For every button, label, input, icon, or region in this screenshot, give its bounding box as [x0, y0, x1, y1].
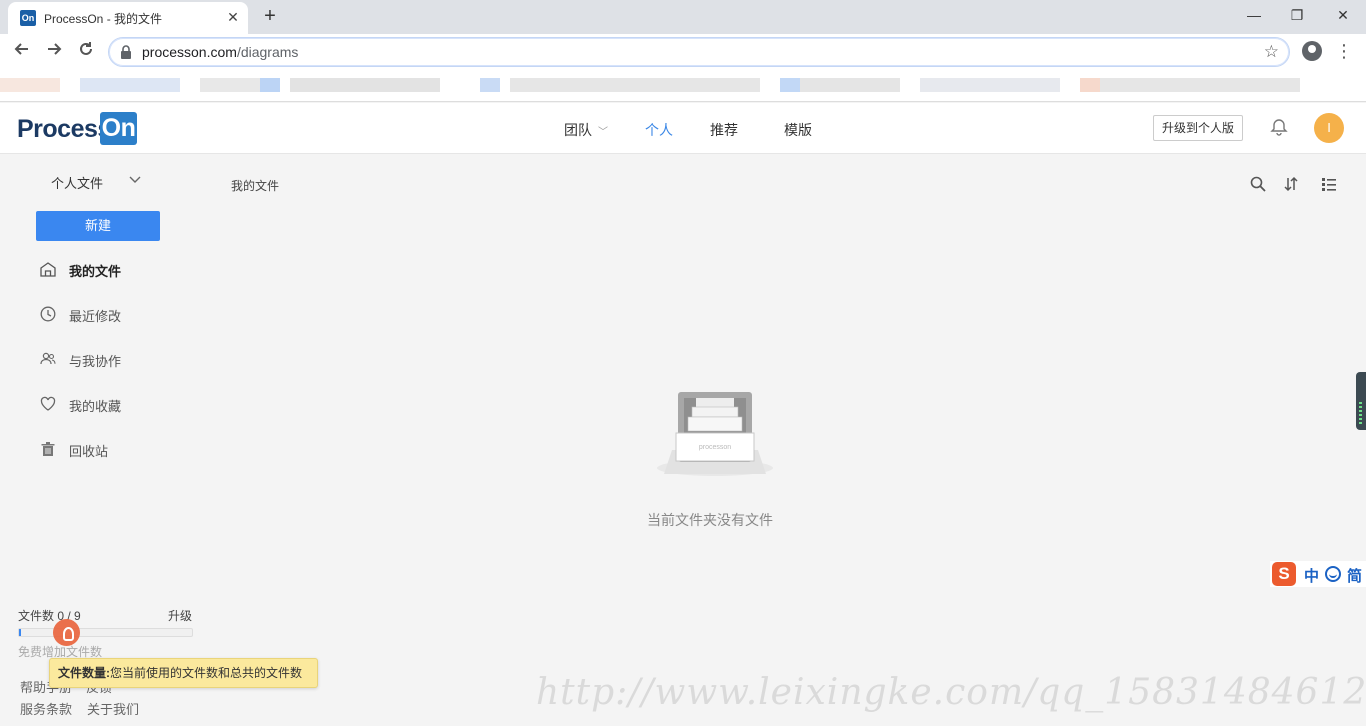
sidebar-item-label: 与我协作 [69, 354, 122, 369]
nav-team-label: 团队 [564, 122, 592, 138]
chevron-down-icon: ﹀ [598, 127, 608, 138]
bell-icon[interactable] [1270, 118, 1288, 136]
home-icon [40, 262, 56, 277]
chevron-down-icon[interactable] [128, 172, 142, 186]
sogou-logo-icon: S [1272, 562, 1296, 586]
back-icon[interactable] [10, 40, 34, 64]
ime-script[interactable]: 简 [1347, 565, 1362, 586]
list-view-icon[interactable] [1321, 176, 1337, 192]
blurred-bookmark [920, 78, 1060, 92]
avatar[interactable]: I [1314, 113, 1344, 143]
ime-mode[interactable]: 中 [1304, 565, 1319, 586]
tooltip-title: 文件数量: [58, 666, 110, 680]
file-quota-bar [18, 628, 193, 637]
clock-icon [40, 306, 56, 322]
blurred-bookmark [780, 78, 800, 92]
forward-icon[interactable] [42, 40, 66, 64]
nav-team[interactable]: 团队 ﹀ [564, 120, 608, 140]
close-tab-button[interactable]: ✕ [224, 8, 242, 26]
logo-box: On [100, 112, 137, 145]
sidebar-item-label: 最近修改 [69, 309, 122, 324]
address-bar[interactable]: processon.com/diagrams ☆ [108, 37, 1290, 67]
favicon-icon: On [20, 10, 36, 26]
sidebar-item-label: 我的文件 [69, 264, 122, 279]
mouse-cursor-highlight [53, 619, 80, 646]
nav-personal[interactable]: 个人 [645, 120, 673, 140]
empty-folder-illustration: processon [657, 392, 773, 476]
blurred-bookmark [800, 78, 900, 92]
breadcrumb: 我的文件 [231, 179, 280, 193]
url-text: processon.com/diagrams [142, 44, 299, 60]
bookmark-star-icon[interactable]: ☆ [1264, 42, 1279, 62]
new-file-button[interactable]: 新建 [36, 211, 160, 241]
about-link[interactable]: 关于我们 [87, 699, 139, 718]
minimize-button[interactable]: — [1242, 3, 1266, 27]
blurred-bookmark [200, 78, 260, 92]
blurred-bookmark [290, 78, 440, 92]
upgrade-personal-button[interactable]: 升级到个人版 [1153, 115, 1243, 141]
browser-tab-bar: On ProcessOn - 我的文件 ✕ + — ❐ ✕ [0, 0, 1366, 34]
app-header: Process On 团队 ﹀ 个人 推荐 模版 升级到个人版 I [0, 103, 1366, 154]
blurred-bookmark [1080, 78, 1100, 92]
browser-tab[interactable]: On ProcessOn - 我的文件 ✕ [8, 2, 248, 34]
sidebar-item-label: 我的收藏 [69, 399, 122, 414]
tooltip-text: 您当前使用的文件数和总共的文件数 [110, 666, 303, 680]
blurred-bookmark [0, 78, 60, 92]
profile-icon[interactable] [1302, 41, 1322, 61]
lock-icon [121, 45, 131, 59]
trash-icon [41, 442, 55, 456]
restore-button[interactable]: ❐ [1285, 3, 1309, 27]
blurred-bookmark [480, 78, 500, 92]
users-icon [40, 352, 56, 365]
emoji-icon[interactable] [1325, 566, 1341, 582]
watermark: http://www.leixingke.com/qq_158314846123… [536, 672, 1366, 713]
ime-toolbar[interactable]: S 中 简 [1270, 561, 1366, 587]
empty-folder-message: 当前文件夹没有文件 [647, 512, 773, 528]
new-tab-button[interactable]: + [258, 5, 282, 29]
tab-title: ProcessOn - 我的文件 [44, 12, 163, 26]
side-scroll-widget[interactable] [1356, 372, 1366, 430]
terms-link[interactable]: 服务条款 [20, 699, 72, 718]
sidebar-item-label: 回收站 [69, 444, 109, 459]
reload-icon[interactable] [74, 40, 98, 64]
browser-toolbar: processon.com/diagrams ☆ ⋮ [0, 34, 1366, 70]
blurred-bookmark [260, 78, 280, 92]
logo-text: Process [17, 115, 111, 143]
close-window-button[interactable]: ✕ [1331, 3, 1355, 27]
file-quota-fill [19, 629, 21, 636]
browser-menu-icon[interactable]: ⋮ [1335, 39, 1353, 63]
sort-icon[interactable] [1283, 176, 1299, 192]
blurred-bookmark [80, 78, 180, 92]
quota-upgrade-link[interactable]: 升级 [168, 607, 192, 624]
illustration-label: processon [699, 444, 731, 451]
scope-selector[interactable]: 个人文件 [51, 173, 103, 192]
search-icon[interactable] [1250, 176, 1266, 192]
nav-recommend[interactable]: 推荐 [710, 120, 738, 140]
blurred-bookmark [1100, 78, 1300, 92]
file-quota-tooltip: 文件数量:您当前使用的文件数和总共的文件数 [49, 658, 318, 688]
nav-templates[interactable]: 模版 [784, 120, 812, 140]
bookmarks-bar [0, 70, 1366, 102]
heart-icon [40, 396, 56, 411]
blurred-bookmark [510, 78, 760, 92]
